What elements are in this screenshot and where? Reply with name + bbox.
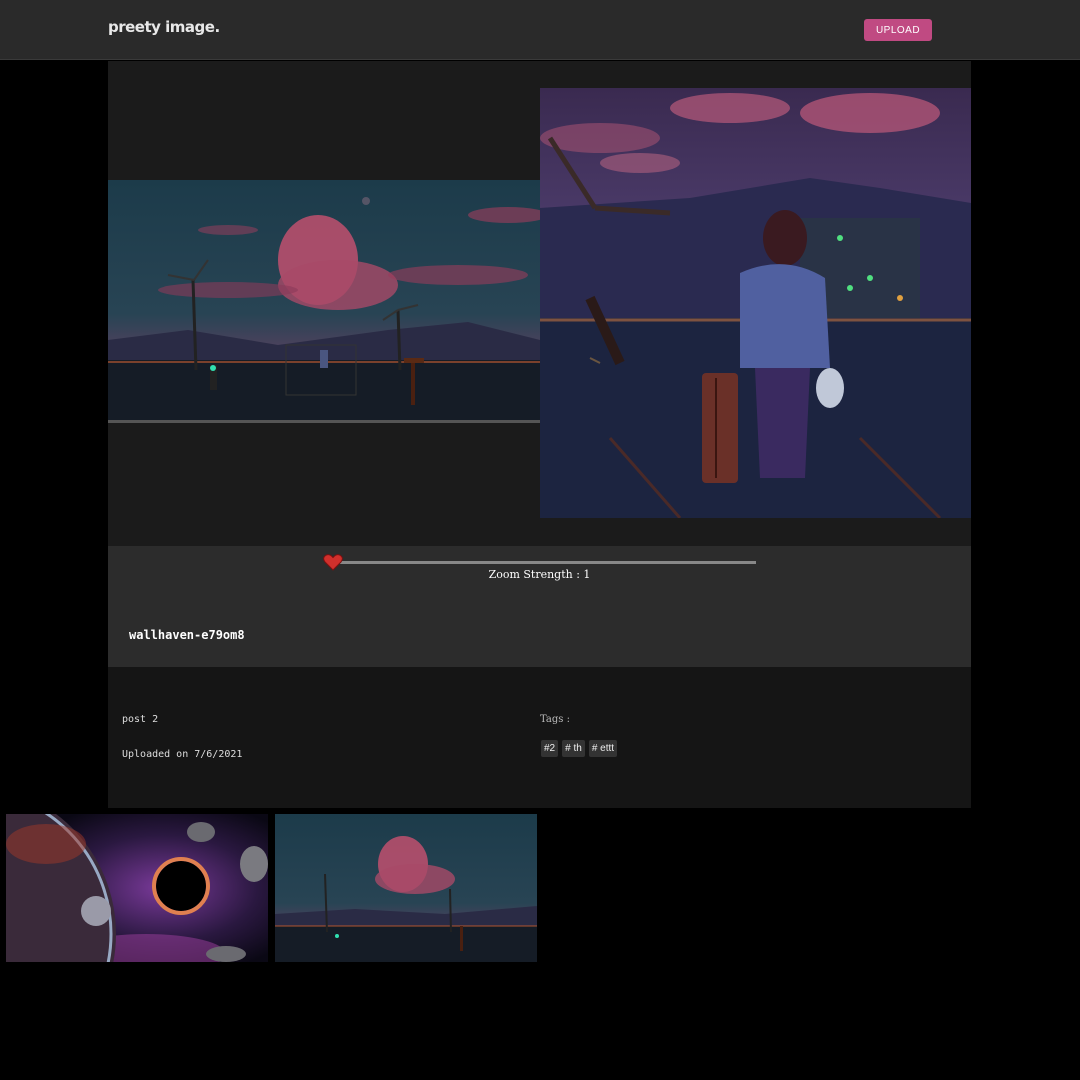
upload-button[interactable]: UPLOAD (864, 19, 932, 41)
tag-chip[interactable]: # th (562, 740, 585, 757)
space-black-hole-image (6, 814, 268, 962)
zoom-strength-label: Zoom Strength : 1 (488, 568, 591, 581)
zoom-panel: Zoom Strength : 1 wallhaven-e79om8 (108, 546, 971, 667)
tags-label: Tags : (540, 714, 570, 725)
gallery-thumbnail-windmills[interactable] (275, 814, 537, 962)
anime-windmill-sunset-image (275, 814, 537, 962)
gallery-thumbnail-space[interactable] (6, 814, 268, 962)
app-logo[interactable]: preety image. (108, 18, 220, 36)
post-info-panel: post 2 Uploaded on 7/6/2021 Tags : #2 # … (108, 667, 971, 808)
post-title: post 2 (122, 714, 159, 725)
navbar: preety image. UPLOAD (0, 0, 1080, 60)
image-name: wallhaven-e79om8 (129, 628, 245, 642)
tag-chip[interactable]: # ettt (588, 740, 618, 757)
zoomed-image[interactable] (540, 88, 971, 518)
image-viewer (108, 61, 971, 546)
original-image (108, 180, 540, 423)
zoom-slider-track[interactable] (333, 561, 756, 564)
upload-date: Uploaded on 7/6/2021 (122, 749, 243, 760)
tag-chip[interactable]: #2 (541, 740, 559, 757)
tag-list: #2 # th # ettt (541, 740, 618, 757)
